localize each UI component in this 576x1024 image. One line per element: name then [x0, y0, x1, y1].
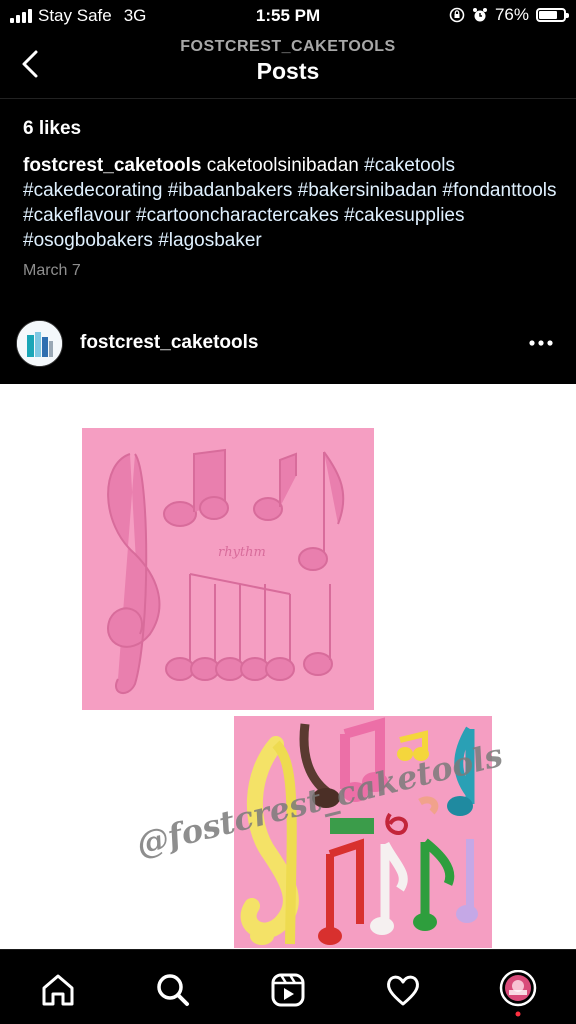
hashtag[interactable]: #cakeflavour — [23, 205, 131, 226]
post-image[interactable]: rhythm @fostcrest_caketools — [0, 384, 576, 950]
mold-label: rhythm — [218, 545, 266, 560]
hashtag[interactable]: #cakedecorating — [23, 180, 162, 201]
tab-search[interactable] — [153, 970, 193, 1010]
status-bar: Stay Safe 3G 1:55 PM 76% — [0, 0, 576, 32]
hashtag[interactable]: #fondanttools — [442, 180, 556, 201]
notification-dot — [515, 1011, 521, 1017]
shop-logo-icon — [17, 321, 62, 366]
hashtag[interactable]: #osogbobakers — [23, 230, 153, 251]
hashtag[interactable]: #caketools — [364, 155, 455, 176]
avatar[interactable] — [16, 320, 63, 367]
battery-fill — [539, 11, 558, 19]
post-caption: fostcrest_caketools caketoolsinibadan #c… — [23, 153, 558, 253]
tab-activity[interactable] — [383, 970, 423, 1010]
orientation-lock-icon — [449, 7, 465, 23]
music-notes-mold: rhythm — [82, 428, 374, 710]
more-options-button[interactable] — [528, 330, 554, 356]
profile-avatar-icon — [499, 969, 537, 1017]
hashtag[interactable]: #cartooncharactercakes — [136, 205, 339, 226]
likes-count[interactable]: 6 likes — [23, 118, 81, 140]
post-date: March 7 — [23, 262, 81, 279]
caption-username[interactable]: fostcrest_caketools — [23, 155, 201, 176]
battery-percent: 76% — [494, 5, 529, 24]
tab-home[interactable] — [38, 970, 78, 1010]
caption-text: caketoolsinibadan — [206, 155, 359, 176]
alarm-icon — [472, 8, 487, 22]
tab-reels[interactable] — [268, 970, 308, 1010]
page-title: Posts — [256, 58, 320, 84]
hashtag[interactable]: #bakersinibadan — [298, 180, 437, 201]
cake-mold-photo: rhythm @fostcrest_caketools — [82, 428, 506, 948]
search-icon — [157, 974, 189, 1006]
post-username[interactable]: fostcrest_caketools — [80, 332, 258, 354]
nav-header: FOSTCREST_CAKETOOLS Posts — [0, 32, 576, 99]
hashtag[interactable]: #lagosbaker — [158, 230, 262, 251]
hashtag[interactable]: #cakesupplies — [344, 205, 464, 226]
battery-icon — [536, 8, 569, 22]
reels-icon — [271, 973, 305, 1007]
more-icon — [529, 340, 553, 346]
post-header: fostcrest_caketools — [0, 316, 576, 372]
home-icon — [42, 974, 74, 1006]
tab-bar — [0, 949, 576, 1024]
header-account: FOSTCREST_CAKETOOLS — [180, 38, 396, 55]
heart-icon — [387, 975, 419, 1006]
tab-profile[interactable] — [498, 969, 538, 1017]
hashtag[interactable]: #ibadanbakers — [168, 180, 293, 201]
status-right: 76% — [449, 5, 569, 25]
